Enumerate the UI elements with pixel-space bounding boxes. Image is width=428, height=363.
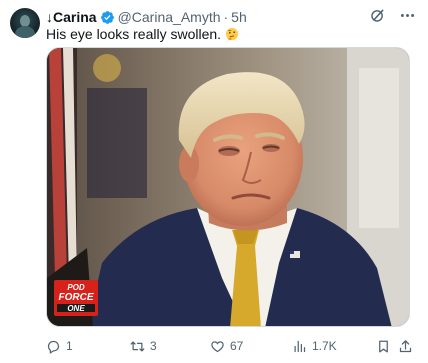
- interview-photo: [47, 48, 409, 326]
- avatar[interactable]: [10, 8, 40, 38]
- author-name[interactable]: ↓Carina: [46, 9, 97, 25]
- reply-count: 1: [66, 339, 73, 353]
- like-count: 67: [230, 339, 244, 353]
- views-button[interactable]: 1.7K: [292, 339, 337, 354]
- grok-icon[interactable]: [368, 6, 386, 24]
- post-header: ↓Carina @Carina_Amyth · 5h: [46, 8, 247, 26]
- bookmark-button[interactable]: [376, 339, 391, 354]
- post-text-row: His eye looks really swollen.: [46, 26, 239, 42]
- views-icon: [294, 340, 306, 352]
- svg-text:ONE: ONE: [67, 304, 85, 313]
- repost-count: 3: [150, 339, 157, 353]
- author-handle[interactable]: @Carina_Amyth: [118, 9, 221, 25]
- like-icon: [211, 340, 224, 352]
- avatar-body: [15, 26, 35, 38]
- podforce-one-logo: POD FORCE ONE: [54, 280, 98, 316]
- views-count: 1.7K: [312, 339, 337, 353]
- more-icon[interactable]: [398, 6, 416, 24]
- repost-button[interactable]: 3: [130, 339, 157, 354]
- top-actions: [368, 6, 416, 24]
- post-text: His eye looks really swollen.: [46, 26, 222, 42]
- tweet-card[interactable]: ↓Carina @Carina_Amyth · 5h His eye looks…: [0, 0, 428, 363]
- post-image[interactable]: POD FORCE ONE: [46, 47, 410, 327]
- like-button[interactable]: 67: [210, 339, 243, 354]
- verified-badge-icon: [100, 10, 115, 25]
- bookmark-icon: [379, 340, 388, 352]
- reply-button[interactable]: 1: [46, 339, 73, 354]
- post-time[interactable]: 5h: [231, 9, 247, 25]
- separator-dot: ·: [223, 9, 229, 25]
- thinking-face-emoji-icon: [225, 27, 239, 41]
- share-button[interactable]: [398, 339, 413, 354]
- reply-icon: [47, 340, 60, 354]
- svg-text:FORCE: FORCE: [59, 292, 94, 303]
- action-bar: 1 3 67 1.7K: [46, 337, 414, 355]
- share-icon: [399, 339, 412, 352]
- svg-text:POD: POD: [67, 283, 85, 292]
- repost-icon: [130, 341, 145, 351]
